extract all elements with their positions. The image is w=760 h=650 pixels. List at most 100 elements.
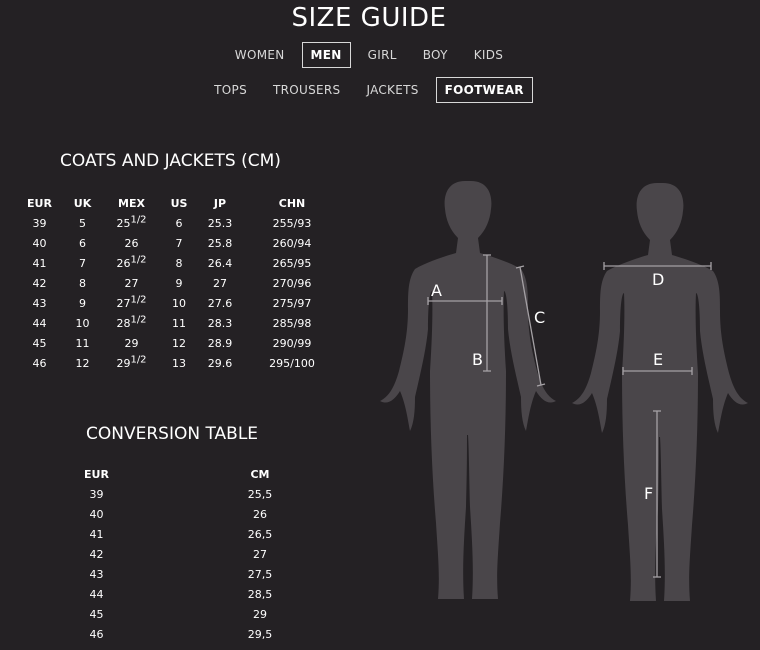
cell-cm: 28,5 (247, 587, 273, 601)
cell-eur: 44 (89, 587, 104, 601)
cell-eur: 41 (32, 256, 47, 270)
table-row: 45 11 29 12 28.9 290/99 (18, 333, 343, 353)
cell-eur: 42 (89, 547, 104, 561)
table-row: 46 12 291/2 13 29.6 295/100 (18, 353, 343, 373)
cell-uk: 8 (79, 276, 86, 290)
column-header-chn: CHN (278, 196, 306, 210)
column-header-cm: CM (250, 467, 270, 481)
cell-us: 8 (175, 256, 183, 270)
cell-jp: 28.3 (207, 316, 233, 330)
cell-chn: 295/100 (269, 356, 315, 370)
table-row: 39 5 251/2 6 25.3 255/93 (18, 213, 343, 233)
subcategory-nav: TOPS TROUSERS JACKETS FOOTWEAR (0, 77, 738, 103)
tab-men[interactable]: MEN (301, 42, 351, 68)
cell-jp: 27.6 (207, 296, 233, 310)
cell-chn: 265/95 (272, 256, 312, 270)
cell-cm: 29 (253, 607, 267, 621)
cell-eur: 39 (89, 487, 104, 501)
conversion-table: EUR CM 39 25,5 40 26 41 26,5 42 27 43 27,5 44 28,5 4… (50, 464, 377, 644)
cell-us: 13 (172, 356, 186, 370)
cell-mex: 261/2 (116, 253, 147, 270)
cell-mex: 271/2 (116, 293, 147, 310)
cell-chn: 285/98 (272, 316, 312, 330)
cell-jp: 29.6 (207, 356, 233, 370)
cell-eur: 40 (32, 236, 47, 250)
cell-eur: 43 (32, 296, 47, 310)
table-row: 43 9 271/2 10 27.6 275/97 (18, 293, 343, 313)
measure-label-c: C (534, 308, 545, 327)
measure-label-f: F (644, 484, 653, 503)
size-table: EUR UK MEX US JP CHN 39 5 251/2 6 25.3 255/93… (18, 193, 343, 373)
tab-footwear[interactable]: FOOTWEAR (435, 77, 533, 103)
table-row: 41 26,5 (50, 524, 377, 544)
cell-cm: 26 (253, 507, 267, 521)
table-row: 40 6 26 7 25.8 260/94 (18, 233, 343, 253)
column-header-eur: EUR (84, 467, 109, 481)
tab-boy[interactable]: BOY (414, 42, 457, 68)
cell-us: 6 (175, 216, 183, 230)
cell-uk: 10 (75, 316, 90, 330)
size-table-header-row: EUR UK MEX US JP CHN (18, 193, 343, 213)
cell-mex: 291/2 (116, 353, 147, 370)
cell-chn: 260/94 (272, 236, 312, 250)
cell-jp: 28.9 (207, 336, 233, 350)
tab-tops[interactable]: TOPS (205, 77, 256, 103)
tab-jackets[interactable]: JACKETS (357, 77, 427, 103)
cell-eur: 39 (32, 216, 47, 230)
half-size-fraction: 1/2 (130, 213, 147, 225)
measure-label-d: D (652, 270, 664, 289)
cell-eur: 44 (32, 316, 47, 330)
tab-kids[interactable]: KIDS (465, 42, 512, 68)
table-row: 41 7 261/2 8 26.4 265/95 (18, 253, 343, 273)
table-row: 42 8 27 9 27 270/96 (18, 273, 343, 293)
cell-us: 9 (175, 276, 183, 290)
cell-cm: 27,5 (247, 567, 273, 581)
cell-chn: 255/93 (272, 216, 312, 230)
tab-women[interactable]: WOMEN (226, 42, 294, 68)
cell-uk: 6 (79, 236, 86, 250)
cell-eur: 41 (89, 527, 104, 541)
cell-us: 10 (172, 296, 186, 310)
page-title: SIZE GUIDE (291, 3, 447, 33)
cell-jp: 26.4 (207, 256, 233, 270)
size-table-title: COATS AND JACKETS (CM) (60, 151, 281, 171)
cell-cm: 26,5 (247, 527, 273, 541)
measure-label-e: E (653, 350, 663, 369)
cell-mex: 26 (124, 236, 139, 250)
cell-chn: 270/96 (272, 276, 312, 290)
table-row: 43 27,5 (50, 564, 377, 584)
cell-eur: 45 (32, 336, 47, 350)
cell-chn: 275/97 (272, 296, 312, 310)
cell-eur: 42 (32, 276, 47, 290)
cell-jp: 25.3 (207, 216, 233, 230)
cell-us: 12 (172, 336, 186, 350)
half-size-fraction: 1/2 (130, 253, 147, 265)
cell-mex: 281/2 (116, 313, 147, 330)
cell-uk: 7 (79, 256, 86, 270)
cell-us: 7 (175, 236, 183, 250)
column-header-eur: EUR (27, 196, 52, 210)
table-row: 46 29,5 (50, 624, 377, 644)
table-row: 44 10 281/2 11 28.3 285/98 (18, 313, 343, 333)
cell-eur: 40 (89, 507, 104, 521)
cell-uk: 12 (75, 356, 90, 370)
tab-trousers[interactable]: TROUSERS (264, 77, 349, 103)
cell-eur: 46 (32, 356, 47, 370)
column-header-us: US (170, 196, 188, 210)
cell-chn: 290/99 (272, 336, 312, 350)
column-header-jp: JP (213, 196, 227, 210)
column-header-mex: MEX (118, 196, 145, 210)
column-header-uk: UK (73, 196, 92, 210)
cell-eur: 43 (89, 567, 104, 581)
conversion-table-title: CONVERSION TABLE (86, 424, 259, 444)
cell-cm: 29,5 (247, 627, 273, 641)
table-row: 44 28,5 (50, 584, 377, 604)
cell-mex: 29 (124, 336, 139, 350)
cell-uk: 11 (75, 336, 90, 350)
front-silhouette (380, 181, 556, 599)
measure-label-b: B (472, 350, 483, 369)
half-size-fraction: 1/2 (130, 313, 147, 325)
back-silhouette (572, 183, 748, 601)
table-row: 42 27 (50, 544, 377, 564)
tab-girl[interactable]: GIRL (359, 42, 406, 68)
